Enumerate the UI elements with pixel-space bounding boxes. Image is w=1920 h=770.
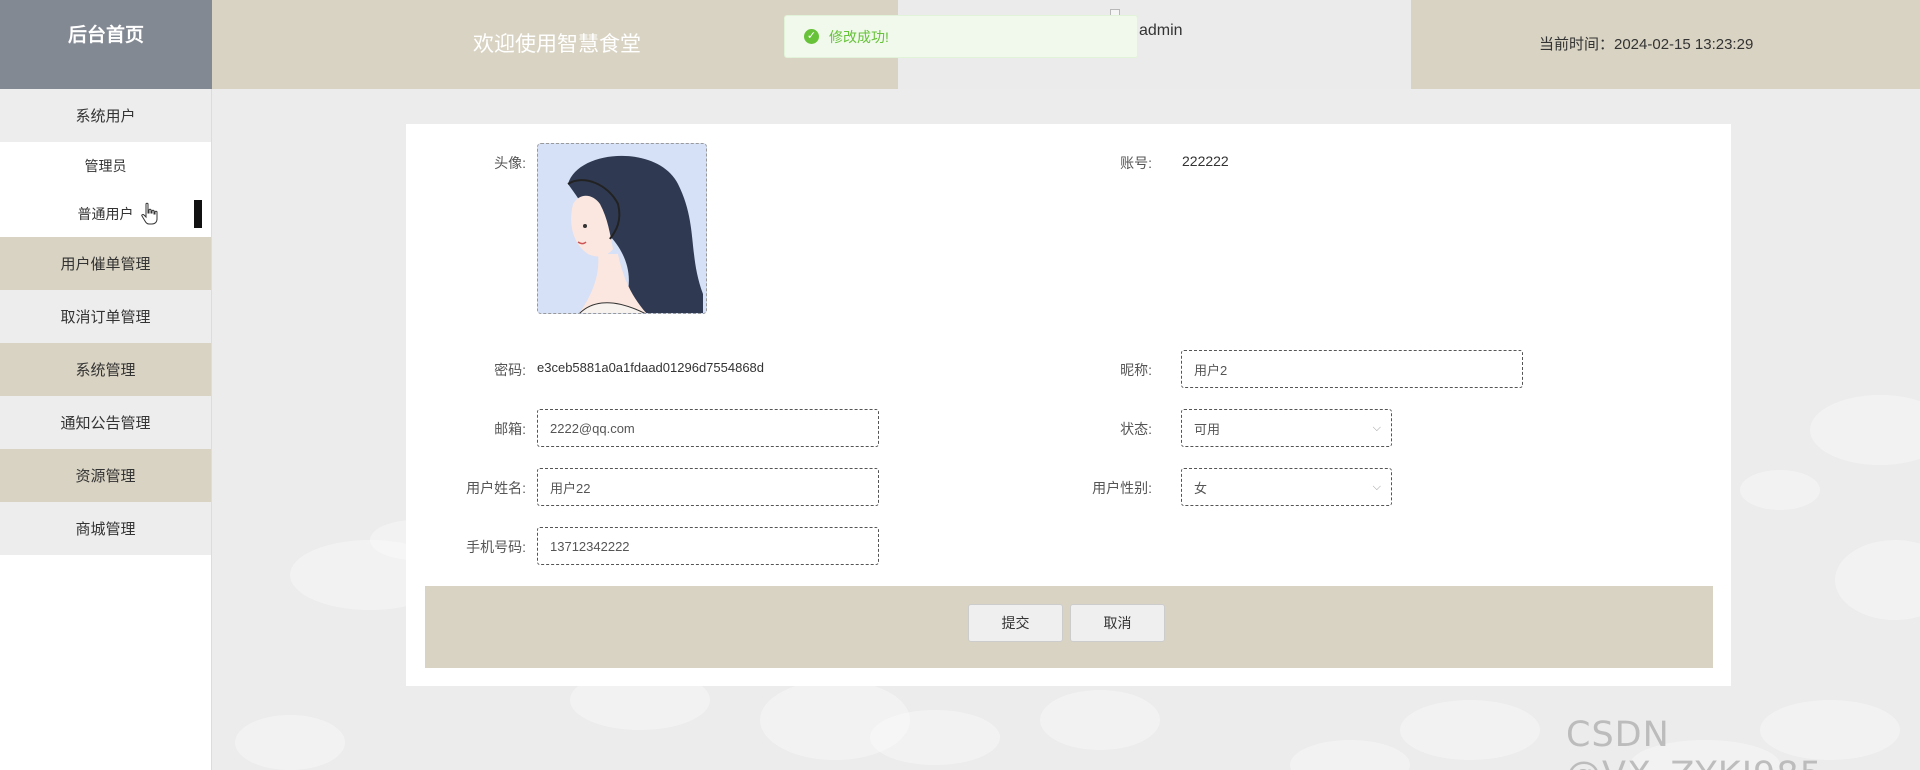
sidebar-item-system-users[interactable]: 系统用户 [0,89,211,142]
status-value: 可用 [1194,421,1221,437]
sidebar-item-label: 系统管理 [75,362,136,379]
user-form-card: 头像: 账号: 222222 密码: e3ceb5881a0a1fdaad012… [406,124,1731,686]
account-label: 账号: [1120,155,1152,171]
cancel-button[interactable]: 取消 [1070,604,1165,642]
chevron-down-icon: ⌵ [1372,481,1381,493]
phone-label: 手机号码: [466,539,526,555]
hand-cursor-icon [141,202,158,225]
current-time: 当前时间：2024-02-15 13:23:29 [1539,36,1754,53]
sidebar-item-label: 用户催单管理 [60,256,151,273]
email-label: 邮箱: [494,421,526,437]
realname-label: 用户姓名: [466,480,526,496]
sidebar-item-notices[interactable]: 通知公告管理 [0,396,211,449]
email-value: 2222@qq.com [550,420,635,436]
sidebar: 系统用户 管理员 普通用户 用户催单管理 取消订单管理 系统管理 通知公告管理 … [0,89,212,770]
sidebar-item-label: 管理员 [84,158,127,174]
sidebar-item-system-management[interactable]: 系统管理 [0,343,211,396]
sidebar-item-label: 通知公告管理 [60,415,151,432]
brand-home-link[interactable]: 后台首页 [0,0,212,89]
email-input[interactable]: 2222@qq.com [537,409,879,447]
nickname-input[interactable]: 用户2 [1181,350,1523,388]
sidebar-item-mall[interactable]: 商城管理 [0,502,211,555]
cancel-button-label: 取消 [1103,615,1132,631]
gender-label: 用户性别: [1092,480,1152,496]
gender-value: 女 [1194,480,1208,496]
success-toast: ✓ 修改成功! [784,15,1138,58]
gender-select[interactable]: 女 ⌵ [1181,468,1392,506]
avatar-label: 头像: [494,155,526,171]
account-value: 222222 [1182,153,1229,169]
sidebar-item-label: 普通用户 [77,205,134,222]
welcome-text: 欢迎使用智慧食堂 [473,33,641,56]
password-label: 密码: [494,362,526,378]
password-value: e3ceb5881a0a1fdaad01296d7554868d [537,360,765,375]
avatar-image [538,144,706,313]
status-select[interactable]: 可用 ⌵ [1181,409,1392,447]
avatar-upload[interactable] [537,143,707,314]
watermark: CSDN @VX_ZYKJ985 [1566,715,1822,770]
sidebar-item-label: 取消订单管理 [60,309,151,326]
sidebar-subitem-admin[interactable]: 管理员 [0,142,211,190]
sidebar-item-label: 商城管理 [75,521,136,538]
submit-button[interactable]: 提交 [968,604,1063,642]
sidebar-item-urge-orders[interactable]: 用户催单管理 [0,237,211,290]
check-circle-icon: ✓ [804,29,819,44]
phone-value: 13712342222 [550,538,630,554]
nickname-label: 昵称: [1120,362,1152,378]
chevron-down-icon: ⌵ [1372,422,1381,434]
sidebar-item-label: 系统用户 [75,108,136,125]
status-label: 状态: [1120,421,1152,437]
active-indicator [194,200,202,228]
sidebar-subitem-normal-users[interactable]: 普通用户 [0,190,211,237]
brand-label: 后台首页 [67,25,144,46]
sidebar-item-resources[interactable]: 资源管理 [0,449,211,502]
realname-input[interactable]: 用户22 [537,468,879,506]
sidebar-item-cancel-orders[interactable]: 取消订单管理 [0,290,211,343]
submit-button-label: 提交 [1001,615,1030,631]
form-actions-bar: 提交 取消 [425,586,1713,668]
toast-message: 修改成功! [829,28,889,45]
sidebar-item-label: 资源管理 [75,468,136,485]
nickname-value: 用户2 [1194,362,1228,378]
username-label[interactable]: admin [1139,22,1183,40]
time-area: 当前时间：2024-02-15 13:23:29 [1411,0,1920,89]
realname-value: 用户22 [550,480,591,496]
phone-input[interactable]: 13712342222 [537,527,879,565]
